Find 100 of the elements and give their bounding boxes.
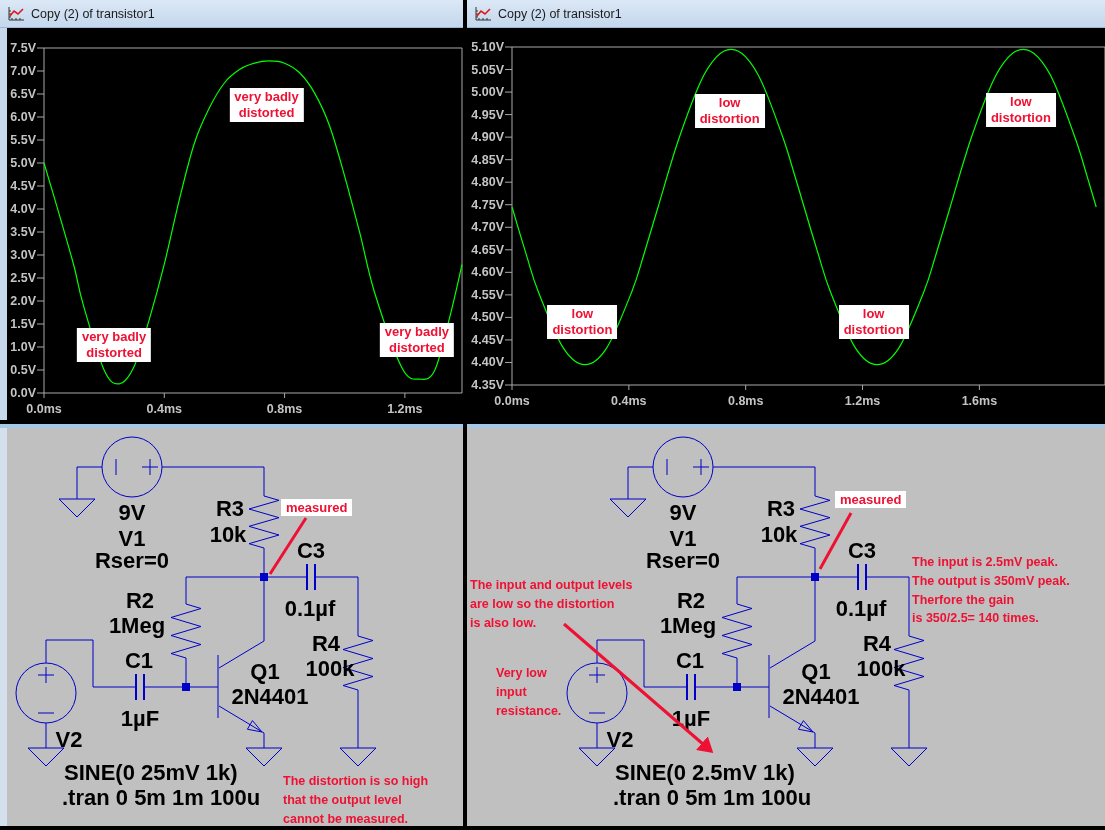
y-tick-label: 3.5V (10, 225, 36, 239)
wire (76, 466, 103, 500)
component-value: 0.1µf (284, 595, 336, 621)
component-name: R4 (862, 630, 892, 656)
resistor-symbol (799, 489, 831, 555)
capacitor-symbol (857, 563, 867, 591)
component-name: V2 (55, 726, 83, 752)
y-tick-label: 4.90V (471, 130, 504, 145)
y-tick-label: 7.5V (10, 41, 36, 55)
x-tick-label: 1.2ms (844, 394, 881, 408)
ground-symbol (58, 498, 96, 518)
annotation-note: Very low input resistance. (496, 665, 562, 720)
y-tick-label: 2.5V (10, 271, 36, 285)
spice-directive: .tran 0 5m 1m 100u (613, 784, 812, 810)
wire (908, 695, 910, 749)
annotation-note: The input is 2.5mV peak. The output is 350mV peak. Therfore the gain is 350/2.5= 140 times. (912, 554, 1070, 628)
wire (814, 732, 816, 749)
component-value: 9V (118, 499, 146, 525)
y-tick-label: 4.35V (471, 378, 504, 392)
component-name: V2 (606, 726, 634, 752)
y-tick-label: 2.0V (10, 294, 36, 308)
y-tick-label: 4.85V (471, 152, 504, 167)
y-tick-label: 4.0V (10, 202, 36, 216)
capacitor-symbol (686, 673, 696, 701)
component-value: 10k (760, 521, 798, 547)
chart-annotation: very badly distorted (76, 327, 152, 362)
ground-symbol (578, 747, 616, 767)
wire (45, 722, 47, 749)
component-name: C1 (124, 647, 154, 673)
callout-label: measured (835, 491, 907, 508)
y-tick-label: 4.75V (471, 197, 504, 212)
component-value: 100k (856, 655, 906, 681)
y-tick-label: 4.80V (471, 175, 504, 190)
component-value: 10k (209, 521, 247, 547)
chart-icon (475, 6, 492, 21)
x-tick-label: 0.8ms (727, 394, 764, 408)
component-value: 1Meg (659, 612, 717, 638)
chart-annotation: low distortion (547, 304, 618, 339)
y-tick-label: 4.40V (471, 355, 504, 370)
y-tick-label: 6.0V (10, 110, 36, 124)
y-tick-label: 5.5V (10, 133, 36, 147)
ground-symbol (796, 747, 834, 767)
component-name: C3 (296, 537, 326, 563)
component-value: 0.1µf (835, 595, 887, 621)
y-tick-label: 4.45V (471, 332, 504, 347)
y-tick-label: 4.95V (471, 107, 504, 122)
chart-annotation: low distortion (985, 93, 1056, 128)
resistor-symbol (248, 489, 280, 555)
wire (627, 466, 654, 500)
window-title: Copy (2) of transistor1 (31, 6, 155, 21)
y-tick-label: 5.0V (10, 156, 36, 170)
component-value: 9V (669, 499, 697, 525)
y-tick-label: 4.5V (10, 179, 36, 193)
y-tick-label: 6.5V (10, 87, 36, 101)
voltage-source-symbol (101, 436, 163, 498)
x-tick-label: 1.6ms (961, 394, 998, 408)
component-name: R3 (766, 495, 796, 521)
spice-directive: .tran 0 5m 1m 100u (62, 784, 261, 810)
chart-annotation: low distortion (694, 93, 765, 128)
x-tick-label: 0.0ms (26, 402, 62, 416)
component-value: 100k (305, 655, 355, 681)
y-tick-label: 5.10V (471, 40, 504, 54)
ground-symbol (27, 747, 65, 767)
voltage-source-symbol (15, 662, 77, 724)
component-name: C1 (675, 647, 705, 673)
y-tick-label: 4.70V (471, 220, 504, 235)
chart-annotation: very badly distorted (379, 322, 455, 357)
y-tick-label: 0.5V (10, 363, 36, 377)
window-title: Copy (2) of transistor1 (498, 6, 622, 21)
y-tick-label: 4.50V (471, 310, 504, 325)
component-value: 1Meg (108, 612, 166, 638)
component-value: SINE(0 25mV 1k) (64, 759, 238, 785)
component-name: C3 (847, 537, 877, 563)
wire (263, 732, 265, 749)
chart-annotation: low distortion (838, 304, 909, 339)
component-name: R4 (311, 630, 341, 656)
y-tick-label: 5.00V (471, 85, 504, 100)
x-tick-label: 0.4ms (611, 394, 647, 408)
annotation-note: The input and output levels are low so the distortion is also low. (470, 577, 633, 632)
component-value: 1µF (120, 705, 160, 731)
voltage-source-symbol (652, 436, 714, 498)
y-tick-label: 0.0V (10, 386, 36, 400)
ground-symbol (245, 747, 283, 767)
y-tick-label: 7.0V (10, 64, 36, 78)
voltage-source-symbol (566, 662, 628, 724)
component-name: R2 (676, 587, 706, 613)
callout-label: measured (281, 499, 353, 516)
x-tick-label: 0.4ms (146, 402, 182, 416)
component-value: 2N4401 (782, 683, 860, 709)
y-tick-label: 4.60V (471, 265, 504, 280)
ground-symbol (339, 747, 377, 767)
y-tick-label: 3.0V (10, 248, 36, 262)
y-tick-label: 1.0V (10, 340, 36, 354)
component-name: R3 (215, 495, 245, 521)
component-name: R2 (125, 587, 155, 613)
y-tick-label: 1.5V (10, 317, 36, 331)
component-value: SINE(0 2.5mV 1k) (615, 759, 795, 785)
x-tick-label: 1.2ms (387, 402, 423, 416)
component-name: Q1 (250, 658, 280, 684)
ground-symbol (609, 498, 647, 518)
